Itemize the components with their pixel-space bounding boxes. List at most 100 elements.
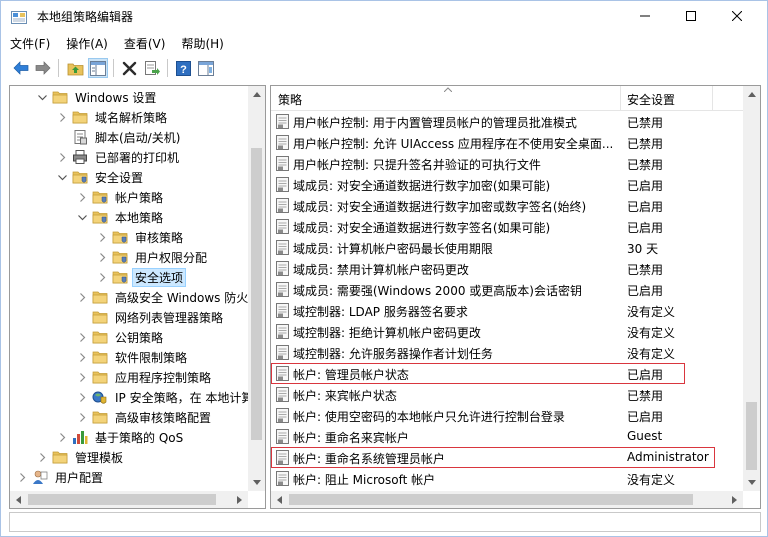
policy-setting-value: 没有定义 [627, 473, 676, 487]
tree-item-public-key-policies[interactable]: 公钥策略 [76, 327, 166, 347]
tree-item-security-options[interactable]: 安全选项 [96, 267, 187, 287]
policy-list-pane[interactable]: 策略 安全设置 用户帐户控制: 用于内置管理员帐户的管理员批准模式 已禁用 用户帐户… [270, 85, 761, 509]
tree-item-audit-policy[interactable]: 审核策略 [96, 227, 186, 247]
menu-action[interactable]: 操作(A) [57, 33, 115, 53]
policy-setting-value: 已禁用 [627, 263, 664, 277]
policy-row[interactable]: 域控制器: 允许服务器操作者计划任务 没有定义 [271, 342, 744, 363]
policy-row[interactable]: 域控制器: LDAP 服务器签名要求 没有定义 [271, 300, 744, 321]
policy-row[interactable]: 帐户: 阻止 Microsoft 帐户 没有定义 [271, 468, 744, 489]
column-header-setting[interactable]: 安全设置 [627, 91, 675, 108]
tree-item-security-settings[interactable]: 安全设置 [56, 167, 146, 187]
tree-item-administrative-templates[interactable]: 管理模板 [36, 447, 126, 467]
expand-arrow-collapsed[interactable] [76, 347, 88, 367]
expand-arrow-collapsed[interactable] [56, 427, 68, 447]
policy-name: 域成员: 对安全通道数据进行数字加密或数字签名(始终) [293, 200, 587, 214]
navigation-tree-pane[interactable]: Windows 设置 域名解析策略 脚本(启动/关机) 已部署的打印机 安全设置 帐户策略… [9, 85, 266, 509]
expand-arrow-collapsed[interactable] [36, 447, 48, 467]
scroll-left-arrow[interactable] [10, 491, 27, 508]
tree-item-local-policies[interactable]: 本地策略 [76, 207, 166, 227]
policy-row[interactable]: 帐户: 使用空密码的本地帐户只允许进行控制台登录 已启用 [271, 405, 744, 426]
menu-view[interactable]: 查看(V) [115, 33, 173, 53]
menu-help[interactable]: 帮助(H) [172, 33, 230, 53]
close-button[interactable] [714, 1, 760, 31]
expand-arrow-collapsed[interactable] [56, 107, 68, 127]
scroll-down-arrow[interactable] [248, 474, 265, 491]
tree-item-network-list-manager[interactable]: 网络列表管理器策略 [76, 307, 226, 327]
tree-item-label: IP 安全策略，在 本地计算机 [115, 390, 266, 405]
tree-horizontal-scrollbar[interactable] [10, 491, 248, 508]
show-hide-tree-button[interactable] [88, 58, 108, 78]
scroll-left-arrow[interactable] [271, 491, 288, 508]
tree-item-user-rights-assignment[interactable]: 用户权限分配 [96, 247, 210, 267]
expand-arrow-collapsed[interactable] [16, 467, 28, 487]
expand-arrow-collapsed[interactable] [76, 387, 88, 407]
list-vertical-scrollbar[interactable] [743, 86, 760, 491]
scroll-up-arrow[interactable] [743, 86, 760, 103]
column-divider[interactable] [712, 86, 713, 111]
tree-item-scripts[interactable]: 脚本(启动/关机) [56, 127, 183, 147]
expand-arrow-collapsed[interactable] [76, 407, 88, 427]
tree-item-label: 高级审核策略配置 [115, 410, 212, 425]
tree-item-windows-firewall[interactable]: 高级安全 Windows 防火墙 [76, 287, 263, 307]
maximize-button[interactable] [668, 1, 714, 31]
tree-item-application-control[interactable]: 应用程序控制策略 [76, 367, 214, 387]
policy-row[interactable]: 域成员: 需要强(Windows 2000 或更高版本)会话密钥 已启用 [271, 279, 744, 300]
up-level-button[interactable] [65, 58, 85, 78]
menu-file[interactable]: 文件(F) [1, 33, 57, 53]
policy-setting-icon [275, 198, 290, 213]
tree-item-name-resolution-policy[interactable]: 域名解析策略 [56, 107, 170, 127]
tree-item-policy-based-qos[interactable]: 基于策略的 QoS [56, 427, 186, 447]
column-header-policy[interactable]: 策略 [278, 91, 302, 108]
list-hscroll-thumb[interactable] [289, 494, 693, 505]
list-scroll-thumb[interactable] [746, 402, 757, 470]
tree-item-advanced-audit-config[interactable]: 高级审核策略配置 [76, 407, 214, 427]
help-button[interactable]: ? [173, 58, 193, 78]
expand-arrow-collapsed[interactable] [56, 147, 68, 167]
tree-item-account-policies[interactable]: 帐户策略 [76, 187, 166, 207]
forward-button[interactable] [33, 58, 53, 78]
expand-arrow-expanded[interactable] [56, 167, 68, 187]
policy-row[interactable]: 域成员: 对安全通道数据进行数字加密或数字签名(始终) 已启用 [271, 195, 744, 216]
expand-arrow-collapsed[interactable] [76, 187, 88, 207]
policy-row[interactable]: 帐户: 重命名来宾帐户 Guest [271, 426, 744, 447]
expand-arrow-collapsed[interactable] [96, 247, 108, 267]
minimize-button[interactable] [622, 1, 668, 31]
policy-row[interactable]: 域成员: 对安全通道数据进行数字签名(如果可能) 已启用 [271, 216, 744, 237]
policy-row[interactable]: 用户帐户控制: 只提升签名并验证的可执行文件 已禁用 [271, 153, 744, 174]
list-horizontal-scrollbar[interactable] [271, 491, 743, 508]
export-list-button[interactable] [142, 58, 162, 78]
tree-scroll-thumb[interactable] [251, 148, 262, 440]
tree-hscroll-thumb[interactable] [28, 494, 216, 505]
expand-arrow-collapsed[interactable] [76, 327, 88, 347]
properties-view-button[interactable] [196, 58, 216, 78]
tree-item-user-configuration[interactable]: 用户配置 [16, 467, 106, 487]
policy-name: 帐户: 使用空密码的本地帐户只允许进行控制台登录 [293, 410, 565, 424]
expand-arrow-collapsed[interactable] [96, 267, 108, 287]
scroll-right-arrow[interactable] [726, 491, 743, 508]
policy-row[interactable]: 用户帐户控制: 用于内置管理员帐户的管理员批准模式 已禁用 [271, 111, 744, 132]
back-button[interactable] [11, 58, 31, 78]
column-divider[interactable] [620, 86, 621, 111]
policy-setting-icon [275, 303, 290, 318]
policy-row[interactable]: 域成员: 计算机帐户密码最长使用期限 30 天 [271, 237, 744, 258]
tree-item-ip-security-policies[interactable]: IP 安全策略，在 本地计算机 [76, 387, 266, 407]
expand-arrow-collapsed[interactable] [76, 287, 88, 307]
expand-arrow-expanded[interactable] [36, 87, 48, 107]
policy-row[interactable]: 帐户: 来宾帐户状态 已禁用 [271, 384, 744, 405]
tree-item-software-restriction[interactable]: 软件限制策略 [76, 347, 190, 367]
expand-arrow-collapsed[interactable] [96, 227, 108, 247]
scroll-down-arrow[interactable] [743, 474, 760, 491]
expand-arrow-expanded[interactable] [76, 207, 88, 227]
tree-item-deployed-printers[interactable]: 已部署的打印机 [56, 147, 182, 167]
delete-button[interactable] [119, 58, 139, 78]
tree-item-windows-settings[interactable]: Windows 设置 [36, 87, 159, 107]
scroll-up-arrow[interactable] [248, 86, 265, 103]
tree-vertical-scrollbar[interactable] [248, 86, 265, 491]
expand-arrow-collapsed[interactable] [76, 367, 88, 387]
policy-row[interactable]: 域控制器: 拒绝计算机帐户密码更改 没有定义 [271, 321, 744, 342]
tree-item-label: 管理模板 [75, 450, 124, 465]
policy-row[interactable]: 域成员: 对安全通道数据进行数字加密(如果可能) 已启用 [271, 174, 744, 195]
scroll-right-arrow[interactable] [231, 491, 248, 508]
policy-row[interactable]: 用户帐户控制: 允许 UIAccess 应用程序在不使用安全桌面... 已禁用 [271, 132, 744, 153]
policy-row[interactable]: 域成员: 禁用计算机帐户密码更改 已禁用 [271, 258, 744, 279]
